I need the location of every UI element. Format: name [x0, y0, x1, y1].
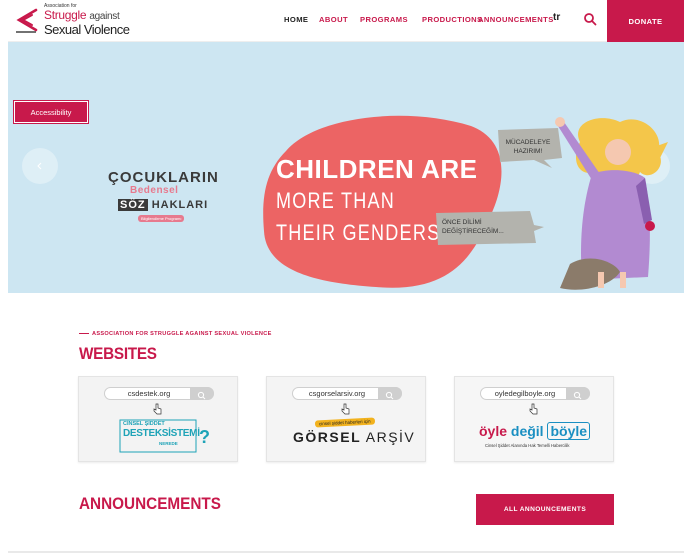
program-logo-line1: ÇOCUKLARIN — [108, 169, 219, 186]
nav-announcements[interactable]: ANNOUNCEMENTS — [478, 15, 554, 24]
search-icon — [385, 391, 394, 400]
site-header: Association for Struggle against Sexual … — [8, 0, 684, 42]
program-logo-soz: SÖZ — [118, 199, 148, 211]
nav-productions[interactable]: PRODUCTIONS — [422, 15, 483, 24]
pointer-hand-icon — [529, 403, 538, 415]
donate-button[interactable]: DONATE — [607, 0, 684, 42]
logo-mark-icon — [16, 8, 38, 33]
program-logo: ÇOCUKLARIN Bedensel SÖZ HAKLARI Bilgilen… — [108, 169, 220, 229]
hero-headline-1: CHILDREN ARE — [276, 154, 478, 184]
card-urlbar: oyledegilboyle.org — [480, 387, 590, 400]
accessibility-button[interactable]: Accessibility — [13, 100, 89, 124]
card-search-button — [378, 387, 402, 400]
card1-question: ? — [199, 427, 210, 447]
card-search-button — [190, 387, 214, 400]
card-url: csgorselarsiv.org — [308, 389, 366, 398]
card-search-button — [566, 387, 590, 400]
pointer-hand-icon — [153, 403, 162, 415]
nav-home[interactable]: HOME — [284, 15, 308, 24]
card1-line1: CİNSEL ŞİDDET — [123, 421, 165, 427]
language-switch[interactable]: tr — [553, 12, 560, 23]
card2-tag: cinsel şiddet haberleri için — [314, 417, 375, 428]
section-eyebrow: ASSOCIATION FOR STRUGGLE AGAINST SEXUAL … — [79, 331, 272, 337]
search-icon[interactable] — [583, 12, 597, 26]
card-url: oyledegilboyle.org — [494, 389, 556, 398]
hero-headline-2: MORE THAN — [276, 188, 395, 213]
website-card-csgorselarsiv[interactable]: csgorselarsiv.org cinsel şiddet haberler… — [266, 376, 426, 462]
card2-name-b: ARŞİV — [361, 429, 416, 445]
card2-name: GÖRSEL ARŞİV — [293, 429, 415, 445]
logo-line2: Sexual Violence — [44, 22, 130, 37]
announcements-title: ANNOUNCEMENTS — [79, 494, 221, 513]
card2-name-a: GÖRSEL — [293, 429, 362, 445]
card-url: csdestek.org — [127, 389, 171, 398]
chevron-left-icon — [37, 162, 42, 170]
nav-about[interactable]: ABOUT — [319, 15, 348, 24]
program-logo-line3: SÖZ HAKLARI — [118, 199, 208, 211]
card3-degil: değil — [507, 423, 548, 439]
website-card-csdestek[interactable]: csdestek.org CİNSEL ŞİDDET DESTEKSİSTEMİ… — [78, 376, 238, 462]
card3-subtitle: Cinsel Şiddet Alanında Hak Temelli Haber… — [485, 443, 570, 448]
hero-headline-3: THEIR GENDERS — [276, 220, 441, 245]
site-logo[interactable]: Association for Struggle against Sexual … — [14, 3, 134, 39]
all-announcements-button[interactable]: ALL ANNOUNCEMENTS — [476, 494, 614, 525]
logo-line1: Struggle against — [44, 8, 120, 22]
card-urlbar: csdestek.org — [104, 387, 214, 400]
pointer-hand-icon — [341, 403, 350, 415]
card3-oyle: öyle — [479, 423, 508, 439]
girl-illustration — [555, 117, 668, 290]
card1-line3: NEREDE — [159, 441, 178, 446]
nav-programs[interactable]: PROGRAMS — [360, 15, 408, 24]
search-icon — [197, 391, 206, 400]
program-logo-haklari: HAKLARI — [151, 199, 209, 211]
websites-title: WEBSITES — [79, 344, 157, 363]
slider-prev-button[interactable] — [22, 148, 58, 184]
program-logo-line4: Bilgilendirme Programı — [138, 215, 185, 222]
card3-logo: öyle değil böyle — [479, 422, 591, 440]
website-card-oyledegilboyle[interactable]: oyledegilboyle.org öyle değil böyle Cins… — [454, 376, 614, 462]
card1-line2: DESTEKSİSTEMİ — [123, 428, 200, 439]
logo-against: against — [89, 11, 120, 22]
hero-slider: Accessibility ÇOCUKLARIN Bedensel SÖZ HA… — [8, 42, 684, 293]
search-icon — [573, 391, 582, 400]
card-urlbar: csgorselarsiv.org — [292, 387, 402, 400]
logo-struggle: Struggle — [44, 8, 87, 22]
program-logo-line2: Bedensel — [130, 185, 179, 196]
card3-boyle: böyle — [547, 422, 591, 440]
speech-bubble-2-text: ÖNCE DİLİMİ DEĞİŞTİRECEĞİM... — [442, 219, 504, 235]
page-frame: Association for Struggle against Sexual … — [8, 0, 684, 553]
